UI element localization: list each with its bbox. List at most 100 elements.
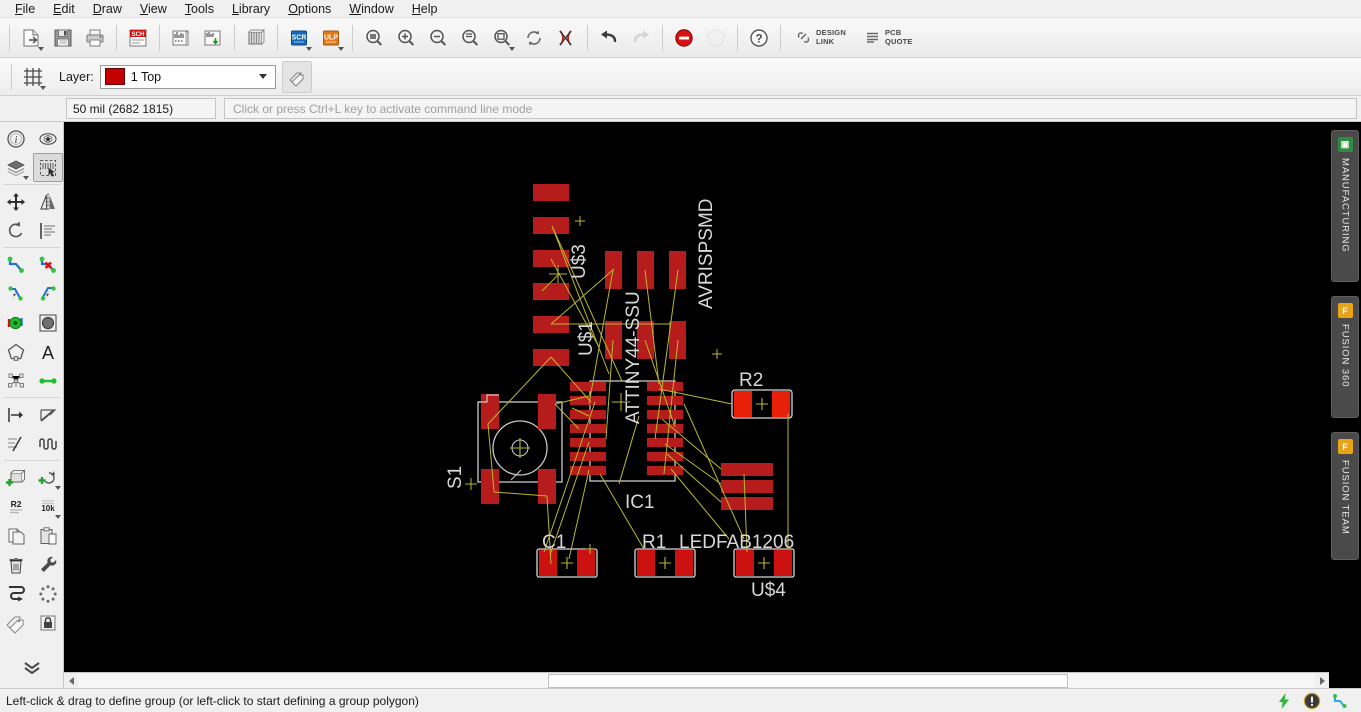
dimension-tool[interactable] <box>1 429 31 458</box>
autoroute-alt-tool[interactable] <box>33 279 63 308</box>
undo-button[interactable] <box>594 22 624 54</box>
panelize-button[interactable] <box>241 22 271 54</box>
split-tool[interactable] <box>1 400 31 429</box>
drc-button[interactable] <box>551 22 581 54</box>
menu-library[interactable]: Library <box>223 0 279 18</box>
replace-tool[interactable] <box>33 463 63 492</box>
via-tool[interactable] <box>1 308 31 337</box>
eye-show-icon <box>37 128 59 150</box>
display-layers-tool[interactable] <box>1 153 31 182</box>
go-button[interactable] <box>701 22 731 54</box>
ripup-tool[interactable] <box>33 250 63 279</box>
menu-file[interactable]: File <box>6 0 44 18</box>
layer-selected-value: 1 Top <box>131 70 259 84</box>
design-link-button[interactable]: DESIGN LINK <box>786 22 855 54</box>
mirror-tool[interactable] <box>33 187 63 216</box>
right-dock-panel: ▣ MANUFACTURING F FUSION 360 F FUSION TE… <box>1329 122 1361 688</box>
component-U$4 <box>734 549 794 577</box>
zoom-in-button[interactable] <box>391 22 421 54</box>
cam-processor-button[interactable] <box>166 22 196 54</box>
status-message: Left-click & drag to define group (or le… <box>6 694 1275 708</box>
link-icon <box>795 29 812 46</box>
run-ulp-button[interactable]: ULP <box>316 22 346 54</box>
paint-tool[interactable] <box>1 579 31 608</box>
more-tools-button[interactable] <box>19 659 45 680</box>
label-U$4: U$4 <box>751 580 786 601</box>
menu-tools[interactable]: Tools <box>176 0 223 18</box>
routing-status-icon[interactable] <box>1331 692 1349 710</box>
polygon-tool[interactable] <box>1 337 31 366</box>
status-icon-group <box>1275 692 1355 710</box>
show-tool[interactable] <box>33 124 63 153</box>
menu-view[interactable]: View <box>131 0 176 18</box>
palette-row <box>0 366 64 395</box>
copy-tool[interactable] <box>1 521 31 550</box>
wire-tool[interactable] <box>33 366 63 395</box>
grid-settings-button[interactable] <box>18 61 48 93</box>
menu-options[interactable]: Options <box>279 0 340 18</box>
miter-tool[interactable] <box>33 400 63 429</box>
electrical-rules-icon[interactable] <box>1275 692 1293 710</box>
meander-tool[interactable] <box>33 429 63 458</box>
svg-text:SCH: SCH <box>131 31 145 38</box>
zoom-region-button[interactable] <box>487 22 517 54</box>
layer-settings-button[interactable] <box>282 61 312 93</box>
lock-tool[interactable] <box>33 608 63 637</box>
open-file-button[interactable] <box>16 22 46 54</box>
align-tool[interactable] <box>33 216 63 245</box>
value-tool[interactable]: 10k <box>33 492 63 521</box>
redraw-button[interactable] <box>519 22 549 54</box>
attribute-tool[interactable] <box>1 608 31 637</box>
menu-help[interactable]: Help <box>403 0 447 18</box>
scroll-left-button[interactable] <box>64 674 78 688</box>
dock-tab-fusionteam[interactable]: F FUSION TEAM <box>1331 432 1359 560</box>
scrollbar-track[interactable] <box>78 674 1315 688</box>
scroll-right-button[interactable] <box>1315 674 1329 688</box>
help-button[interactable]: ? <box>744 22 774 54</box>
scrollbar-thumb[interactable] <box>548 674 1068 688</box>
svg-text:R2: R2 <box>10 499 21 509</box>
horizontal-scrollbar[interactable] <box>64 672 1329 688</box>
chevron-left-icon <box>69 677 74 685</box>
component-C1 <box>537 549 597 577</box>
zoom-select-button[interactable] <box>455 22 485 54</box>
dock-tab-fusion360[interactable]: F FUSION 360 <box>1331 296 1359 418</box>
delete-tool[interactable] <box>1 550 31 579</box>
polygon-pour-tool[interactable] <box>33 308 63 337</box>
menu-window[interactable]: Window <box>340 0 402 18</box>
component-R2 <box>732 390 792 418</box>
save-button[interactable] <box>48 22 78 54</box>
info-tool[interactable]: i <box>1 124 31 153</box>
optimize-tool[interactable] <box>33 579 63 608</box>
zoom-fit-button[interactable] <box>359 22 389 54</box>
select-group-tool[interactable] <box>33 153 63 182</box>
autoroute-tool[interactable] <box>1 279 31 308</box>
switch-to-schematic-button[interactable]: SCH <box>123 22 153 54</box>
text-a-icon: A <box>37 341 59 363</box>
text-tool[interactable]: A <box>33 337 63 366</box>
move-tool[interactable] <box>1 187 31 216</box>
menu-edit[interactable]: Edit <box>44 0 84 18</box>
add-part-tool[interactable] <box>1 463 31 492</box>
label-R2: R2 <box>739 370 763 391</box>
pcb-quote-button[interactable]: PCB QUOTE <box>855 22 922 54</box>
stop-button[interactable] <box>669 22 699 54</box>
print-button[interactable] <box>80 22 110 54</box>
pcb-canvas[interactable]: U$3 U$1 AVRISPSMD ATTINY44-SSU S1 IC1 R2… <box>64 122 1329 672</box>
name-tool[interactable]: R2 <box>1 492 31 521</box>
paste-tool[interactable] <box>33 521 63 550</box>
ratsnest-tool[interactable] <box>1 366 31 395</box>
rotate-tool[interactable] <box>1 216 31 245</box>
zoom-out-button[interactable] <box>423 22 453 54</box>
route-tool[interactable] <box>1 250 31 279</box>
redo-button[interactable] <box>626 22 656 54</box>
menu-draw[interactable]: Draw <box>84 0 131 18</box>
dock-tab-manufacturing[interactable]: ▣ MANUFACTURING <box>1331 130 1359 282</box>
command-line-input[interactable]: Click or press Ctrl+L key to activate co… <box>224 98 1357 119</box>
run-script-button[interactable]: SCR <box>284 22 314 54</box>
error-indicator-icon[interactable] <box>1303 692 1321 710</box>
layer-select[interactable]: 1 Top <box>100 65 276 89</box>
change-tool[interactable] <box>33 550 63 579</box>
cam-export-button[interactable] <box>198 22 228 54</box>
component-U$1-pads <box>721 463 773 510</box>
